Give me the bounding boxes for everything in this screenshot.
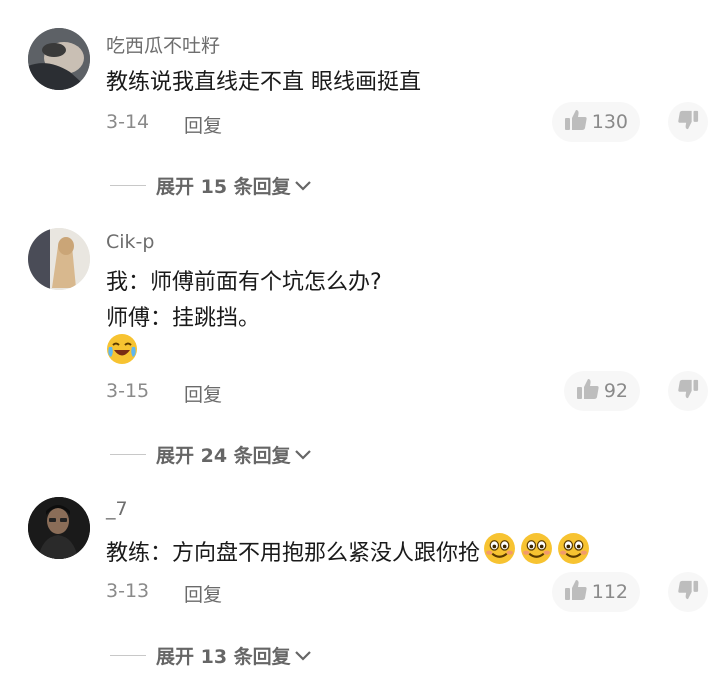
thumbs-up-icon (564, 109, 588, 136)
smile-emoji (557, 532, 590, 569)
thumbs-down-icon (677, 378, 699, 404)
smile-emoji (520, 532, 553, 569)
expand-replies-button[interactable]: 展开 15 条回复 (110, 172, 312, 199)
expand-replies-button[interactable]: 展开 13 条回复 (110, 642, 312, 669)
thumbs-down-icon (677, 579, 699, 605)
avatar[interactable] (28, 28, 90, 90)
thumbs-up-icon (564, 579, 588, 606)
dislike-button[interactable] (668, 572, 708, 612)
username[interactable]: _7 (106, 498, 128, 520)
like-button[interactable]: 112 (551, 572, 640, 612)
reply-button[interactable]: 回复 (184, 380, 222, 407)
chevron-down-icon (294, 650, 312, 662)
comment-date: 3-13 (106, 580, 150, 602)
thumbs-down-icon (677, 109, 699, 135)
like-count: 112 (591, 581, 628, 603)
divider (110, 454, 146, 455)
comment-text: 教练说我直线走不直 眼线画挺直 (106, 70, 421, 95)
dislike-button[interactable] (668, 102, 708, 142)
expand-replies-button[interactable]: 展开 24 条回复 (110, 441, 312, 468)
expand-replies-label: 展开 24 条回复 (156, 445, 291, 467)
avatar[interactable] (28, 228, 90, 290)
chevron-down-icon (294, 449, 312, 461)
like-count: 92 (603, 380, 628, 402)
comment-body: 教练：方向盘不用抱那么紧没人跟你抢 (106, 532, 590, 569)
divider (110, 655, 146, 656)
expand-replies-label: 展开 13 条回复 (156, 646, 291, 668)
crying-laughing-emoji (106, 333, 138, 369)
like-count: 130 (591, 111, 628, 133)
comment-text: 师傅：挂跳挡。 (106, 306, 261, 331)
comment-date: 3-15 (106, 380, 150, 402)
username[interactable]: 吃西瓜不吐籽 (106, 31, 220, 58)
comment-text: 教练：方向盘不用抱那么紧没人跟你抢 (106, 540, 481, 566)
avatar[interactable] (28, 497, 90, 559)
dislike-button[interactable] (668, 371, 708, 411)
like-button[interactable]: 130 (551, 102, 640, 142)
username[interactable]: Cik-p (106, 231, 154, 253)
like-button[interactable]: 92 (563, 371, 640, 411)
chevron-down-icon (294, 180, 312, 192)
comment-text: 我：师傅前面有个坑怎么办? (106, 270, 382, 295)
comment-date: 3-14 (106, 111, 150, 133)
reply-button[interactable]: 回复 (184, 111, 222, 138)
smile-emoji (483, 532, 516, 569)
reply-button[interactable]: 回复 (184, 580, 222, 607)
expand-replies-label: 展开 15 条回复 (156, 176, 291, 198)
divider (110, 185, 146, 186)
thumbs-up-icon (576, 378, 600, 405)
